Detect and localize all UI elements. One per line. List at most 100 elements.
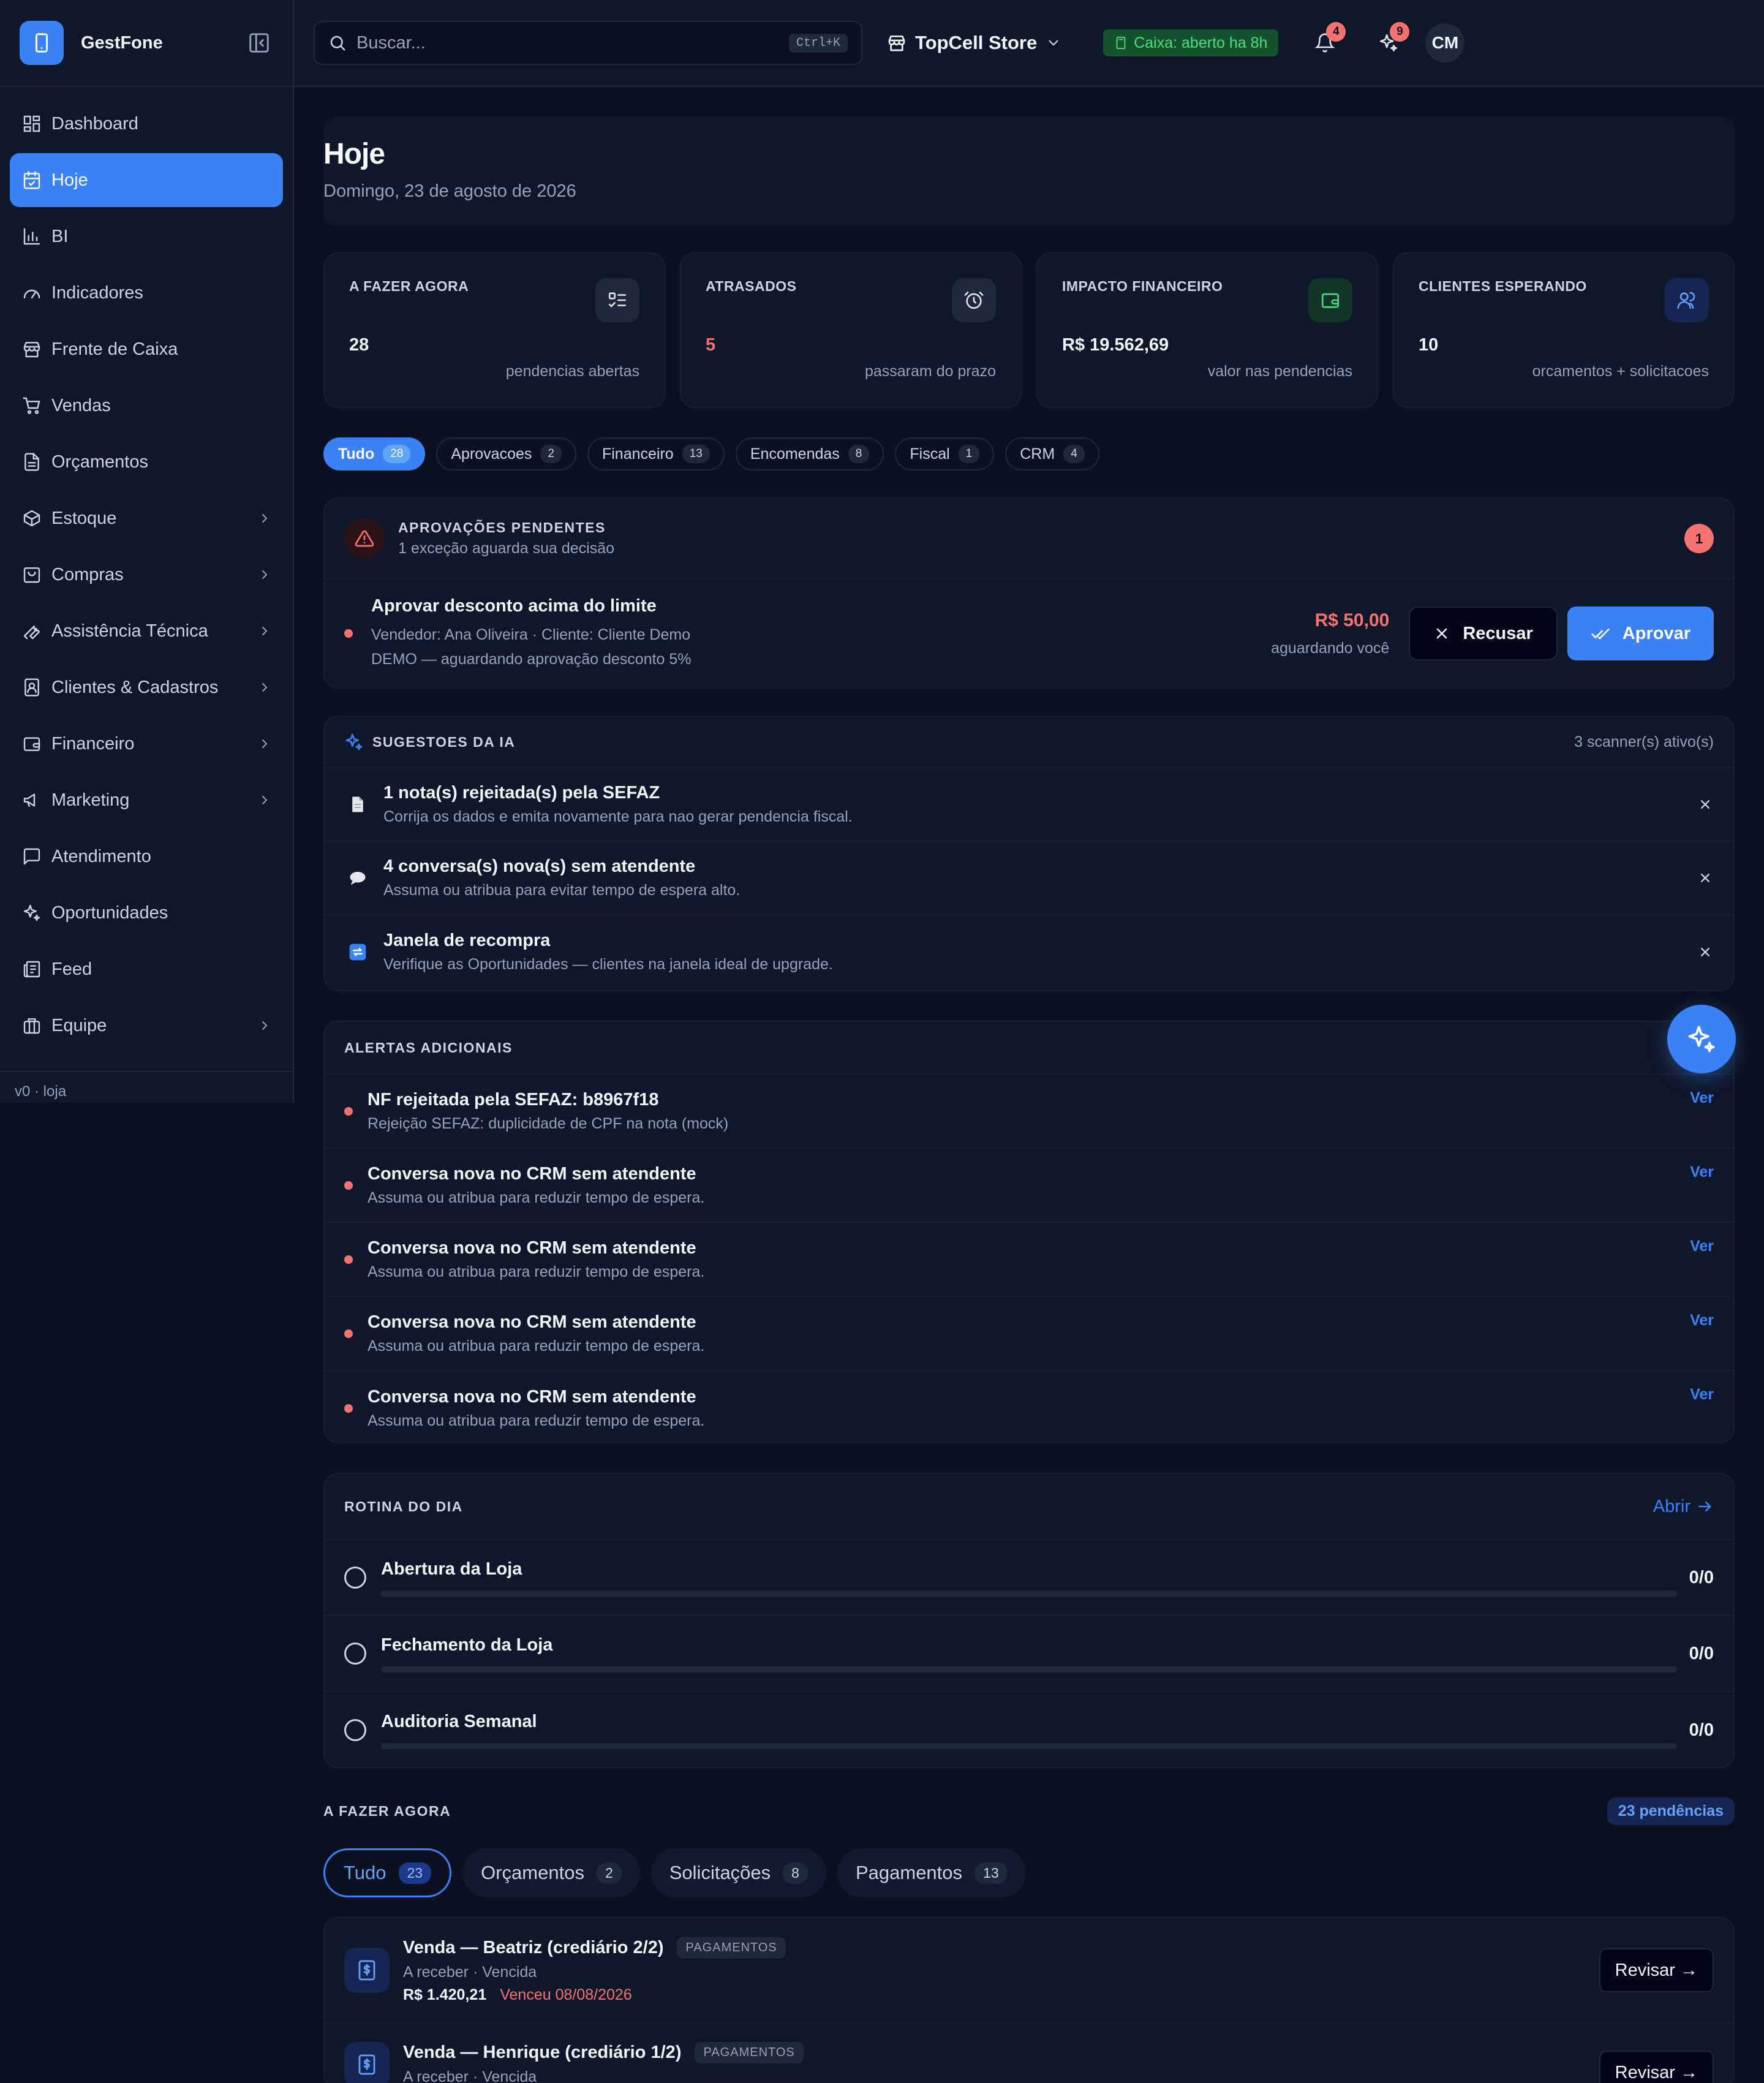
routine-item[interactable]: Auditoria Semanal 0/0 xyxy=(325,1692,1733,1767)
store-icon xyxy=(21,338,43,360)
sidebar-item-assistencia-tecnica[interactable]: Assistência Técnica xyxy=(10,604,283,658)
caixa-status-badge[interactable]: Caixa: aberto ha 8h xyxy=(1103,29,1279,56)
repeat-icon xyxy=(347,941,369,963)
ai-assistant-fab[interactable] xyxy=(1667,1005,1736,1073)
alert-item: Conversa nova no CRM sem atendente Assum… xyxy=(325,1297,1733,1371)
sidebar-item-marketing[interactable]: Marketing xyxy=(10,773,283,827)
alert-desc: Rejeição SEFAZ: duplicidade de CPF na no… xyxy=(368,1114,729,1132)
chevron-right-icon xyxy=(262,570,268,579)
sidebar-item-label: Oportunidades xyxy=(51,902,168,923)
sidebar-item-label: Equipe xyxy=(51,1015,107,1035)
filter-chip-aprovacoes[interactable]: Aprovacoes 2 xyxy=(436,437,576,471)
ai-suggestions-card: SUGESTOES DA IA 3 scanner(s) ativo(s) 1 … xyxy=(323,716,1735,991)
sidebar-item-label: Estoque xyxy=(51,508,117,528)
chip-count: 4 xyxy=(1063,445,1085,463)
filter-chip-crm[interactable]: CRM 4 xyxy=(1005,437,1099,471)
stat-card-a-fazer[interactable]: A FAZER AGORA 28 pendencias abertas xyxy=(323,252,665,408)
stat-card-impacto[interactable]: IMPACTO FINANCEIRO R$ 19.562,69 valor na… xyxy=(1036,252,1378,408)
approval-meta-line: DEMO — aguardando aprovação desconto 5% xyxy=(371,650,692,668)
search-box[interactable]: Ctrl+K xyxy=(314,21,862,65)
filter-chip-fiscal[interactable]: Fiscal 1 xyxy=(895,437,995,471)
routine-progress-bar xyxy=(381,1742,1677,1749)
view-alert-link[interactable]: Ver xyxy=(1690,1312,1714,1329)
chip-label: Tudo xyxy=(338,445,375,463)
ai-assistant-button[interactable]: 9 xyxy=(1371,22,1410,60)
filter-chip-encomendas[interactable]: Encomendas 8 xyxy=(735,437,884,471)
contact-icon xyxy=(21,676,43,698)
reject-button[interactable]: Recusar xyxy=(1409,607,1558,660)
filter-chip-financeiro[interactable]: Financeiro 13 xyxy=(587,437,725,471)
stat-desc: passaram do prazo xyxy=(864,363,996,380)
approvals-title: APROVAÇÕES PENDENTES xyxy=(398,520,606,535)
stat-card-atrasados[interactable]: ATRASADOS 5 passaram do prazo xyxy=(680,252,1022,408)
routine-title: ROTINA DO DIA xyxy=(344,1498,463,1514)
routine-radio[interactable] xyxy=(344,1719,366,1741)
status-dot xyxy=(344,1329,353,1338)
approvals-header: APROVAÇÕES PENDENTES 1 exceção aguarda s… xyxy=(325,499,1733,580)
routine-item[interactable]: Fechamento da Loja 0/0 xyxy=(325,1616,1733,1692)
sidebar-item-vendas[interactable]: Vendas xyxy=(10,379,283,433)
sidebar-item-equipe[interactable]: Equipe xyxy=(10,999,283,1053)
status-dot xyxy=(344,1404,353,1413)
collapse-sidebar-button[interactable] xyxy=(245,29,273,57)
tab-solicitacoes[interactable]: Solicitações 8 xyxy=(650,1848,826,1897)
sidebar-item-dashboard[interactable]: Dashboard xyxy=(10,97,283,151)
store-icon xyxy=(888,36,905,51)
approval-amount: R$ 50,00 aguardando você xyxy=(1271,610,1389,657)
user-avatar[interactable]: CM xyxy=(1425,23,1465,62)
page-date: Domingo, 23 de agosto de 2026 xyxy=(323,181,576,201)
sidebar-item-hoje[interactable]: Hoje xyxy=(10,153,283,207)
megaphone-icon xyxy=(21,789,43,811)
sidebar-item-compras[interactable]: Compras xyxy=(10,548,283,602)
sidebar-item-financeiro[interactable]: Financeiro xyxy=(10,717,283,771)
main-content: Hoje Domingo, 23 de agosto de 2026 A FAZ… xyxy=(323,116,1735,2083)
approve-button[interactable]: Aprovar xyxy=(1567,607,1714,660)
stat-card-clientes[interactable]: CLIENTES ESPERANDO 10 orcamentos + solic… xyxy=(1393,252,1735,408)
view-alert-link[interactable]: Ver xyxy=(1690,1386,1714,1404)
sidebar-item-frente-de-caixa[interactable]: Frente de Caixa xyxy=(10,322,283,376)
alert-triangle-icon xyxy=(344,518,385,559)
sidebar-item-bi[interactable]: BI xyxy=(10,210,283,263)
sidebar-item-feed[interactable]: Feed xyxy=(10,942,283,996)
suggestion-desc: Verifique as Oportunidades — clientes na… xyxy=(383,956,833,973)
routine-radio[interactable] xyxy=(344,1643,366,1665)
open-routine-link[interactable]: Abrir xyxy=(1653,1497,1714,1517)
todo-title: A FAZER AGORA xyxy=(323,1803,451,1819)
suggestion-desc: Corrija os dados e emita novamente para … xyxy=(383,808,853,825)
routine-item-title: Fechamento da Loja xyxy=(381,1635,553,1655)
stat-value: 5 xyxy=(706,335,716,355)
view-alert-link[interactable]: Ver xyxy=(1690,1089,1714,1107)
approvals-card: APROVAÇÕES PENDENTES 1 exceção aguarda s… xyxy=(323,497,1735,689)
routine-item[interactable]: Abertura da Loja 0/0 xyxy=(325,1540,1733,1616)
review-button[interactable]: Revisar → xyxy=(1599,2051,1714,2083)
sidebar-item-oportunidades[interactable]: Oportunidades xyxy=(10,886,283,940)
close-icon xyxy=(1437,628,1447,639)
store-name: TopCell Store xyxy=(915,32,1038,53)
store-selector[interactable]: TopCell Store xyxy=(887,32,1070,54)
ai-suggestion-item[interactable]: Janela de recompra Verifique as Oportuni… xyxy=(325,915,1733,989)
scanner-status: 3 scanner(s) ativo(s) xyxy=(1574,733,1714,750)
tab-orcamentos[interactable]: Orçamentos 2 xyxy=(462,1848,640,1897)
filter-chip-tudo[interactable]: Tudo 28 xyxy=(323,437,426,471)
chevron-right-icon xyxy=(262,514,268,523)
review-button[interactable]: Revisar → xyxy=(1599,1948,1714,1992)
tab-pagamentos[interactable]: Pagamentos 13 xyxy=(837,1848,1026,1897)
chip-label: Encomendas xyxy=(750,445,840,463)
ai-suggestion-item[interactable]: 1 nota(s) rejeitada(s) pela SEFAZ Corrij… xyxy=(325,768,1733,842)
sidebar-item-indicadores[interactable]: Indicadores xyxy=(10,266,283,320)
sidebar-item-orcamentos[interactable]: Orçamentos xyxy=(10,435,283,489)
routine-radio[interactable] xyxy=(344,1567,366,1589)
sidebar-item-clientes-cadastros[interactable]: Clientes & Cadastros xyxy=(10,660,283,714)
alert-title: Conversa nova no CRM sem atendente xyxy=(368,1238,696,1258)
ai-suggestion-item[interactable]: 4 conversa(s) nova(s) sem atendente Assu… xyxy=(325,842,1733,915)
search-input[interactable] xyxy=(356,32,789,53)
tab-count: 8 xyxy=(783,1862,808,1884)
sidebar-item-label: Compras xyxy=(51,564,124,584)
daily-routine-card: ROTINA DO DIA Abrir Abertura da Loja 0/0… xyxy=(323,1473,1735,1768)
view-alert-link[interactable]: Ver xyxy=(1690,1238,1714,1255)
sidebar-item-atendimento[interactable]: Atendimento xyxy=(10,830,283,883)
tab-tudo[interactable]: Tudo 23 xyxy=(323,1848,452,1897)
view-alert-link[interactable]: Ver xyxy=(1690,1163,1714,1181)
sidebar-item-estoque[interactable]: Estoque xyxy=(10,491,283,545)
notifications-button[interactable]: 4 xyxy=(1308,22,1346,60)
